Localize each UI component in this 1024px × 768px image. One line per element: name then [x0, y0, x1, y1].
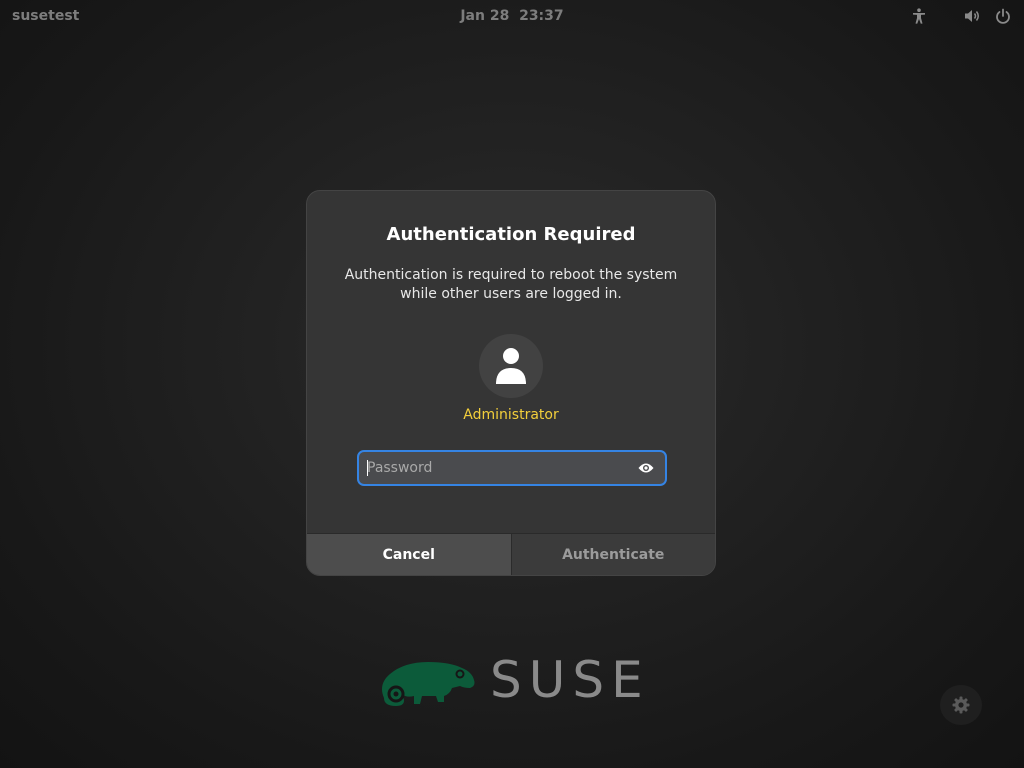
chameleon-logo-icon: [382, 662, 475, 706]
user-avatar-icon: [496, 348, 526, 384]
login-screen: susetest Jan 28 23:37 Authentication Req…: [0, 0, 1024, 768]
dialog-message-line-1: Authentication is required to reboot the…: [344, 267, 678, 283]
gear-icon: [952, 696, 970, 714]
authenticate-button[interactable]: Authenticate: [511, 534, 715, 575]
authentication-dialog: Authentication Required Authentication i…: [306, 190, 716, 576]
cancel-button[interactable]: Cancel: [307, 534, 512, 575]
power-icon[interactable]: [994, 7, 1012, 25]
eye-icon[interactable]: [637, 460, 655, 476]
top-bar: susetest Jan 28 23:37: [0, 0, 1024, 32]
accessibility-icon[interactable]: [910, 7, 928, 25]
user-avatar: [479, 334, 543, 398]
clock[interactable]: Jan 28 23:37: [460, 8, 563, 24]
text-caret: [367, 460, 368, 476]
system-tray[interactable]: [910, 6, 1012, 26]
suse-logo: SUSE: [378, 652, 648, 710]
dialog-buttons: Cancel Authenticate: [307, 533, 715, 575]
settings-button[interactable]: [940, 685, 982, 725]
password-field[interactable]: [357, 450, 667, 486]
volume-icon[interactable]: [964, 7, 982, 25]
dialog-message-line-2: while other users are logged in.: [400, 286, 622, 302]
dialog-message: Authentication is required to reboot the…: [337, 266, 685, 304]
password-input[interactable]: [367, 452, 627, 484]
clock-wrapper: Jan 28 23:37: [0, 8, 1024, 24]
hostname-label: susetest: [12, 8, 80, 24]
suse-wordmark: SUSE: [490, 651, 650, 709]
dialog-title: Authentication Required: [386, 224, 636, 245]
user-name: Administrator: [463, 407, 559, 423]
